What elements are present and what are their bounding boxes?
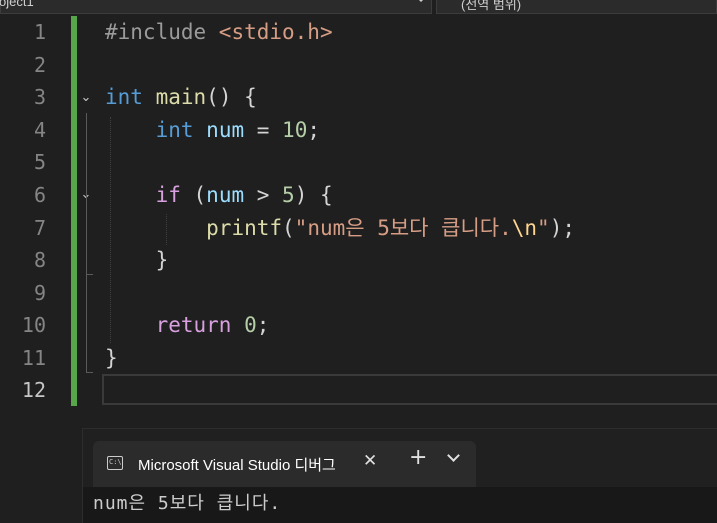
code-line: 8 } — [0, 244, 717, 277]
line-number: 4 — [33, 118, 46, 142]
terminal-output: num은 5보다 큽니다. — [93, 493, 282, 514]
close-icon[interactable]: ✕ — [363, 451, 377, 471]
number-literal: 0 — [244, 313, 257, 337]
code-line: 2 — [0, 49, 717, 82]
variable-name: num — [206, 118, 245, 142]
code-line: 3 int main() { — [0, 81, 717, 114]
line-number: 5 — [33, 150, 46, 174]
line-number: 11 — [21, 346, 46, 370]
code-line: 7 printf("num은 5보다 큽니다.\n"); — [0, 212, 717, 245]
code-text: #include <stdio.h> — [105, 16, 333, 49]
console-icon-label: C:\ — [109, 458, 122, 466]
code-editor[interactable]: 1 #include <stdio.h> 2 3 int main() { 4 … — [0, 16, 717, 408]
line-number-current: 12 — [21, 378, 46, 402]
code-line: 4 int num = 10; — [0, 114, 717, 147]
number-literal: 10 — [282, 118, 308, 142]
line-number: 1 — [33, 20, 46, 44]
code-token: > — [244, 183, 283, 207]
code-line: 9 — [0, 277, 717, 310]
code-token: ( — [282, 216, 295, 240]
code-token: ; — [256, 313, 270, 337]
code-text: int num = 10; — [105, 114, 320, 147]
variable-name: num — [206, 183, 245, 207]
line-number: 9 — [33, 281, 46, 305]
string-literal: " — [537, 216, 550, 240]
code-token: ); — [549, 216, 575, 240]
console-app-icon: C:\ — [107, 456, 123, 470]
scope-dropdown[interactable]: (전역 범위) — [436, 0, 717, 14]
terminal-tab-bar: C:\ Microsoft Visual Studio 디버그 ✕ + — [83, 429, 717, 487]
plus-icon[interactable]: + — [409, 447, 427, 469]
line-number: 10 — [21, 313, 46, 337]
fold-chevron-icon[interactable]: ⌄ — [80, 91, 92, 104]
fold-region-end — [86, 274, 93, 275]
code-token: ( — [180, 183, 207, 207]
line-number: 2 — [33, 53, 46, 77]
code-line: 11 } — [0, 342, 717, 375]
code-token: ; — [307, 118, 320, 142]
line-number: 3 — [33, 85, 46, 109]
code-text: } — [105, 346, 118, 370]
code-token: () { — [206, 85, 257, 109]
fold-region-end — [86, 372, 93, 373]
type-keyword: int — [105, 85, 143, 109]
dropdown-arrow-icon — [417, 0, 425, 2]
current-line-highlight — [102, 374, 717, 405]
terminal-window: C:\ Microsoft Visual Studio 디버그 ✕ + num은… — [82, 428, 717, 523]
function-name: printf — [206, 216, 283, 240]
navigation-bar: oject1 (전역 범위) — [0, 0, 717, 14]
code-line: 1 #include <stdio.h> — [0, 16, 717, 49]
scope-dropdown-value: (전역 범위) — [461, 0, 522, 12]
code-text: int main() { — [105, 81, 257, 114]
type-keyword: int — [155, 118, 194, 142]
indent-guide — [166, 214, 167, 245]
project-dropdown-value: oject1 — [0, 0, 34, 9]
code-token: = — [244, 118, 283, 142]
code-line: 10 return 0; — [0, 309, 717, 342]
fold-region-line — [86, 211, 87, 274]
function-name: main — [155, 85, 207, 109]
code-line: 6 if (num > 5) { — [0, 179, 717, 212]
control-keyword: return — [155, 313, 232, 337]
escape-sequence: \n — [511, 216, 538, 240]
code-text: } — [105, 248, 169, 272]
project-dropdown[interactable]: oject1 — [0, 0, 432, 14]
include-header: <stdio.h> — [218, 20, 333, 44]
number-literal: 5 — [282, 183, 295, 207]
code-text: printf("num은 5보다 큽니다.\n"); — [105, 212, 575, 245]
code-token: ) { — [294, 183, 333, 207]
preprocessor-directive: #include — [105, 20, 219, 44]
string-literal: "num은 5보다 큽니다. — [294, 216, 512, 240]
code-text: return 0; — [105, 309, 270, 342]
line-number: 8 — [33, 248, 46, 272]
line-number: 6 — [33, 183, 46, 207]
code-text: if (num > 5) { — [105, 179, 333, 212]
indent-guide — [110, 117, 111, 343]
code-line: 5 — [0, 146, 717, 179]
line-number: 7 — [33, 216, 46, 240]
control-keyword: if — [155, 183, 181, 207]
terminal-tab-title: Microsoft Visual Studio 디버그 — [138, 457, 336, 474]
